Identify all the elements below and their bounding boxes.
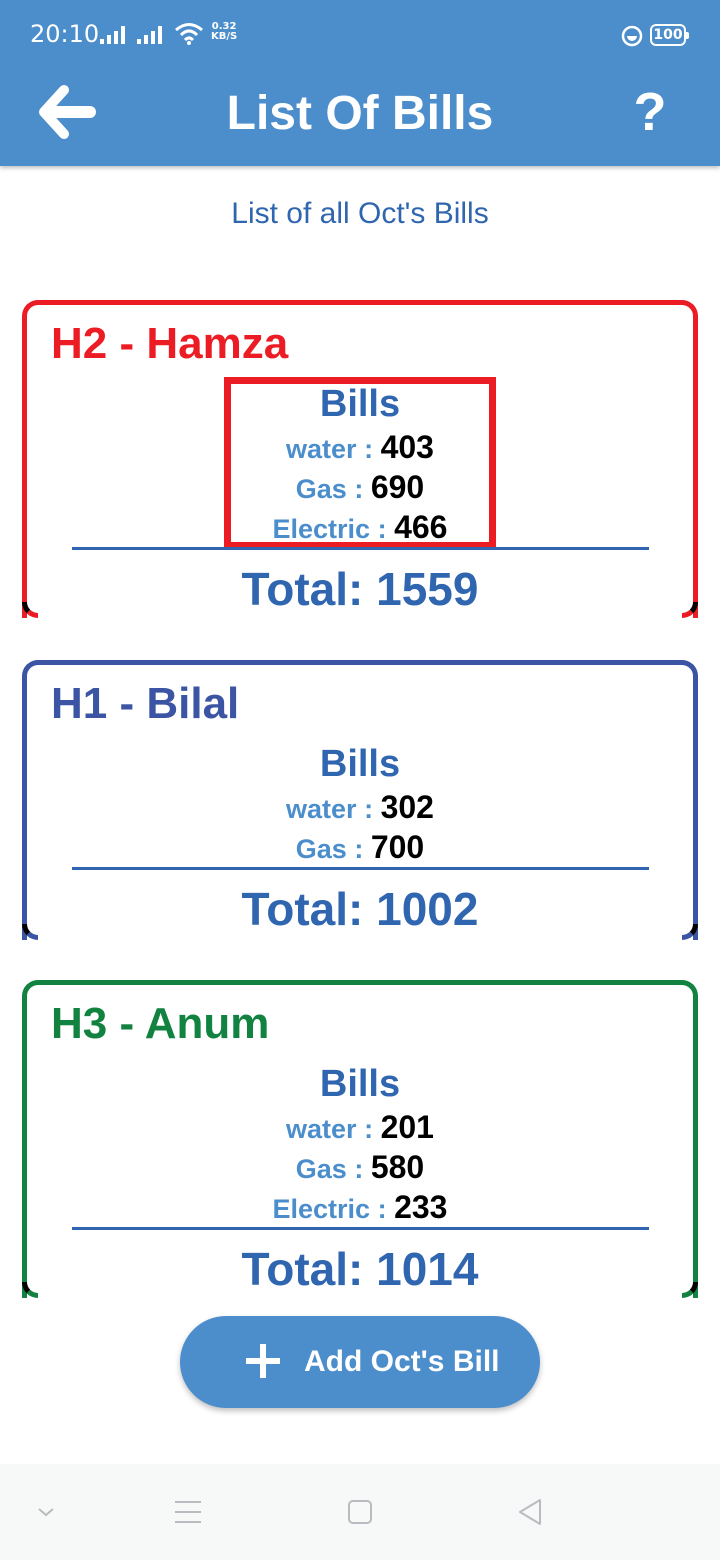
status-time: 20:10	[30, 20, 100, 48]
gas-label: Gas :	[295, 1154, 371, 1184]
gas-label: Gas :	[295, 834, 371, 864]
bill-total: Total: 1014	[241, 1243, 479, 1295]
bill-card-hamza[interactable]: H2 - Hamza Bills water : 403 Gas : 690 E…	[22, 300, 698, 618]
back-nav-icon[interactable]	[512, 1494, 548, 1530]
bills-heading: Bills	[319, 743, 401, 785]
help-button[interactable]: ?	[624, 82, 676, 142]
bill-total: Total: 1002	[241, 883, 479, 935]
network-speed-unit: KB/S	[211, 31, 238, 42]
card-title: H2 - Hamza	[51, 319, 289, 368]
add-bill-button[interactable]: Add Oct's Bill	[180, 1316, 540, 1408]
chevron-down-icon[interactable]	[28, 1494, 64, 1530]
page-subtitle: List of all Oct's Bills	[231, 197, 489, 230]
water-value: 302	[380, 789, 434, 825]
electric-value: 233	[394, 1189, 448, 1225]
data-saver-icon	[621, 25, 643, 47]
app-header: 20:10 0.32 KB/S 100 List Of Bills ?	[0, 0, 720, 166]
page-title: List Of Bills	[226, 87, 494, 140]
add-bill-label: Add Oct's Bill	[304, 1345, 500, 1378]
divider	[72, 867, 649, 870]
card-title: H1 - Bilal	[51, 679, 240, 728]
gas-value: 700	[370, 829, 425, 865]
bill-card-anum[interactable]: H3 - Anum Bills water : 201 Gas : 580 El…	[22, 980, 698, 1298]
wifi-icon	[175, 23, 203, 45]
water-label: water :	[286, 794, 381, 824]
highlight-box	[224, 377, 496, 549]
electric-label: Electric :	[272, 1194, 395, 1224]
signal-icon	[100, 26, 162, 44]
system-nav-bar	[0, 1464, 720, 1560]
card-title: H3 - Anum	[51, 999, 270, 1048]
bill-total: Total: 1559	[241, 563, 479, 615]
network-speed: 0.32 KB/S	[211, 22, 237, 42]
bills-heading: Bills	[319, 1063, 401, 1105]
divider	[72, 1227, 649, 1230]
gas-value: 580	[370, 1149, 425, 1185]
bill-card-bilal[interactable]: H1 - Bilal Bills water : 302 Gas : 700 T…	[22, 660, 698, 940]
divider	[72, 547, 649, 550]
water-value: 201	[380, 1109, 434, 1145]
battery-icon: 100	[650, 24, 689, 46]
menu-icon[interactable]	[170, 1494, 206, 1530]
home-icon[interactable]	[342, 1494, 378, 1530]
plus-icon	[246, 1344, 280, 1378]
water-label: water :	[286, 1114, 381, 1144]
